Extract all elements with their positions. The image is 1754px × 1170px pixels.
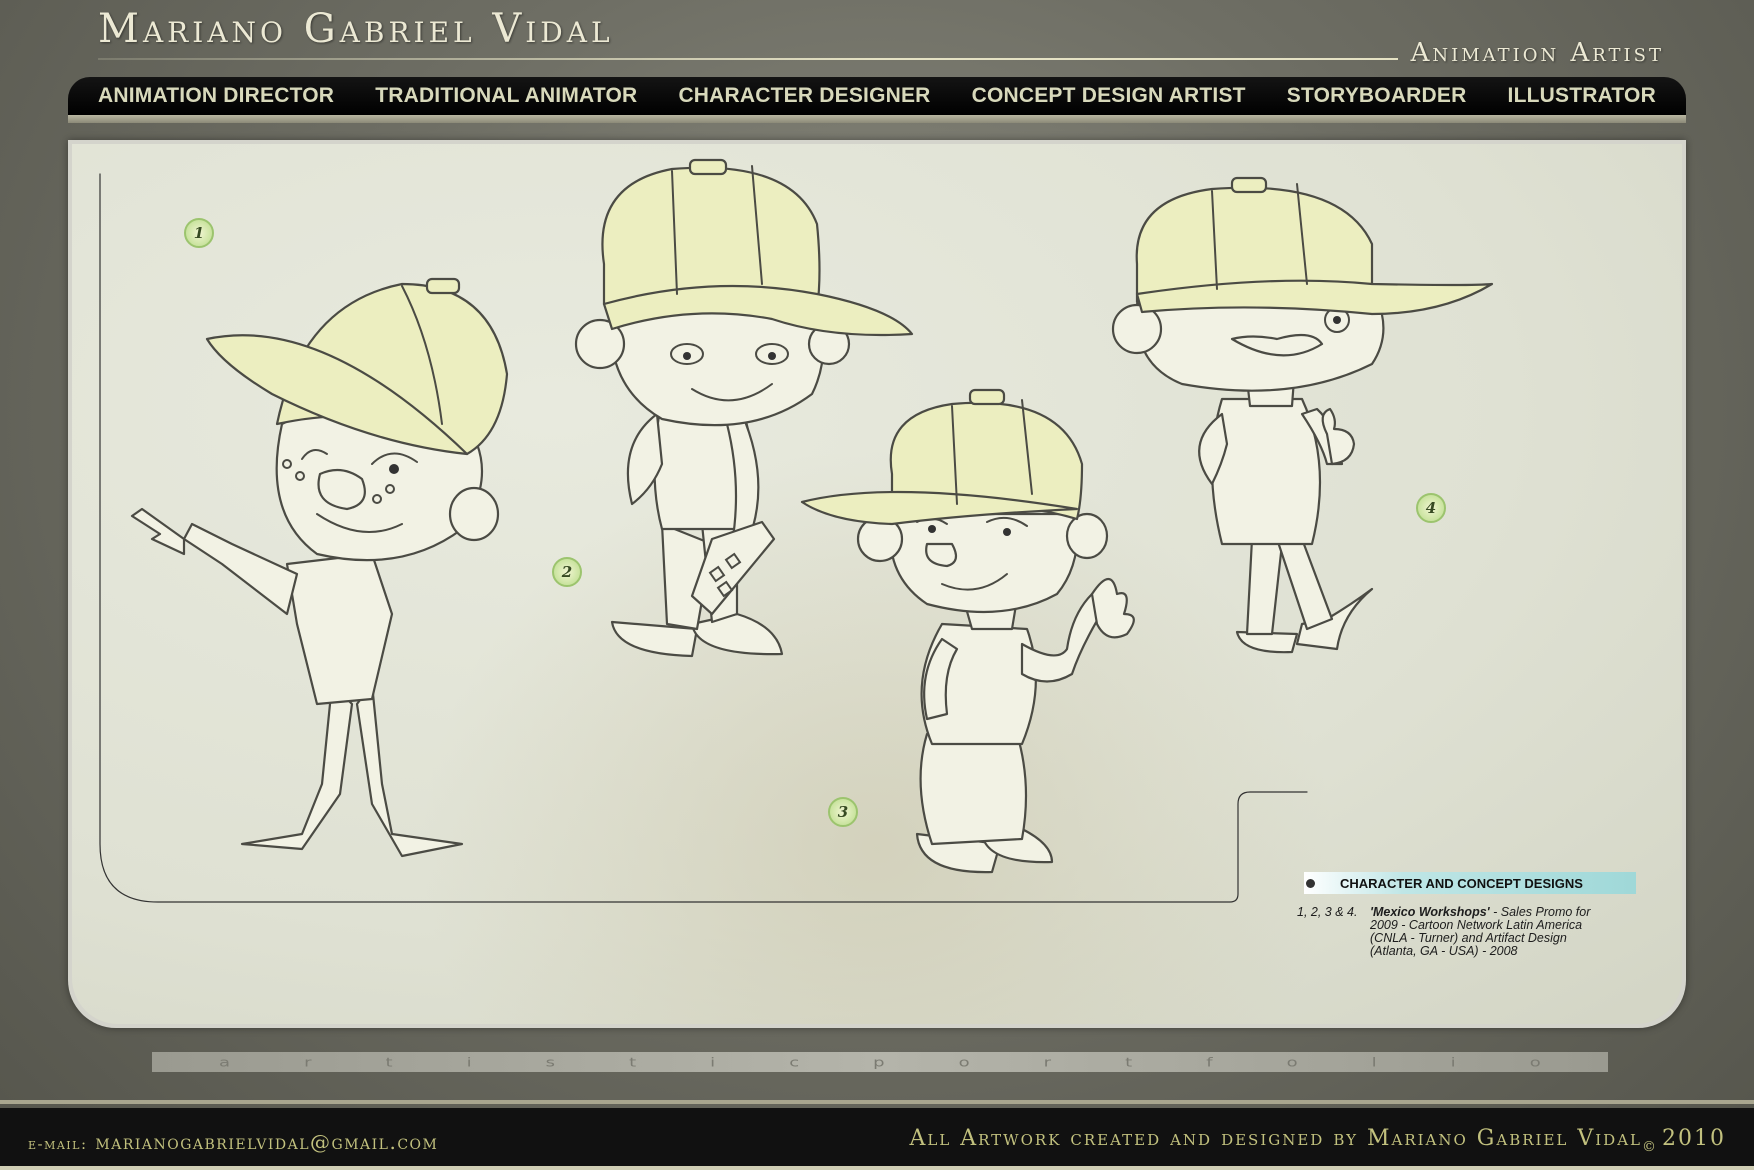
caption-text: 1, 2, 3 & 4. 'Mexico Workshops' - Sales P… <box>1297 906 1627 958</box>
nav-item-storyboarder[interactable]: STORYBOARDER <box>1287 84 1467 108</box>
artwork-panel: 1 2 3 4 CHARACTER AND CONCEPT DESIGNS 1,… <box>72 144 1682 1024</box>
badge-2: 2 <box>552 557 582 587</box>
credits-year: 2010 <box>1662 1126 1726 1151</box>
banner-letter: f <box>1206 1054 1213 1070</box>
badge-3: 3 <box>828 797 858 827</box>
banner-letter: t <box>629 1054 637 1070</box>
banner-letter: r <box>1043 1054 1052 1070</box>
banner-letter: t <box>1125 1054 1133 1070</box>
caption-workshop-name: 'Mexico Workshops' <box>1370 905 1490 919</box>
banner-letter: p <box>873 1054 885 1070</box>
badge-4: 4 <box>1416 493 1446 523</box>
footer-credits: All Artwork created and designed by Mari… <box>909 1126 1726 1155</box>
banner-letter: i <box>1450 1054 1456 1070</box>
artwork-frame: 1 2 3 4 CHARACTER AND CONCEPT DESIGNS 1,… <box>68 140 1686 1028</box>
caption-title: CHARACTER AND CONCEPT DESIGNS <box>1304 872 1636 894</box>
banner-letter: i <box>466 1054 472 1070</box>
character-2-sketch <box>574 158 914 658</box>
credits-text: All Artwork created and designed by Mari… <box>909 1126 1642 1151</box>
email-label: e-mail: <box>28 1135 88 1153</box>
banner-letter: i <box>710 1054 716 1070</box>
email-link[interactable]: marianogabrielvidal@gmail.com <box>95 1130 438 1154</box>
banner-letter: l <box>1371 1054 1377 1070</box>
character-4-sketch <box>1111 176 1494 654</box>
banner-letter: s <box>545 1054 556 1070</box>
nav-item-concept-design-artist[interactable]: CONCEPT DESIGN ARTIST <box>972 84 1246 108</box>
caption-lead: 1, 2, 3 & 4. <box>1297 905 1358 919</box>
nav-item-character-designer[interactable]: CHARACTER DESIGNER <box>678 84 930 108</box>
portfolio-banner: a r t i s t i c p o r t f o l i o <box>152 1052 1608 1072</box>
main-nav: ANIMATION DIRECTOR TRADITIONAL ANIMATOR … <box>68 77 1686 115</box>
footer: e-mail: marianogabrielvidal@gmail.com Al… <box>0 1108 1754 1166</box>
banner-letter: o <box>1286 1054 1298 1070</box>
title-rule <box>98 58 1398 60</box>
nav-item-illustrator[interactable]: ILLUSTRATOR <box>1508 84 1656 108</box>
caption-bullet-icon <box>1306 879 1315 888</box>
nav-underline <box>68 115 1686 123</box>
footer-bottom-rule <box>0 1166 1754 1170</box>
footer-email: e-mail: marianogabrielvidal@gmail.com <box>28 1130 438 1154</box>
banner-letter: o <box>1529 1054 1541 1070</box>
site-subtitle: Animation Artist <box>1410 38 1664 68</box>
banner-letter: a <box>219 1054 231 1070</box>
footer-rule <box>0 1100 1754 1104</box>
badge-1: 1 <box>184 218 214 248</box>
nav-item-animation-director[interactable]: ANIMATION DIRECTOR <box>98 84 334 108</box>
site-title[interactable]: Mariano Gabriel Vidal <box>98 6 614 52</box>
banner-letter: r <box>304 1054 312 1070</box>
nav-item-traditional-animator[interactable]: TRADITIONAL ANIMATOR <box>375 84 637 108</box>
caption-line-1: - Sales Promo for <box>1493 905 1591 919</box>
character-1-sketch <box>130 277 509 858</box>
banner-letter: c <box>789 1054 800 1070</box>
copyright-icon: © <box>1642 1139 1658 1155</box>
banner-letter: t <box>385 1054 393 1070</box>
caption-line-4: (Atlanta, GA - USA) - 2008 <box>1370 944 1518 958</box>
banner-letter: o <box>958 1054 970 1070</box>
